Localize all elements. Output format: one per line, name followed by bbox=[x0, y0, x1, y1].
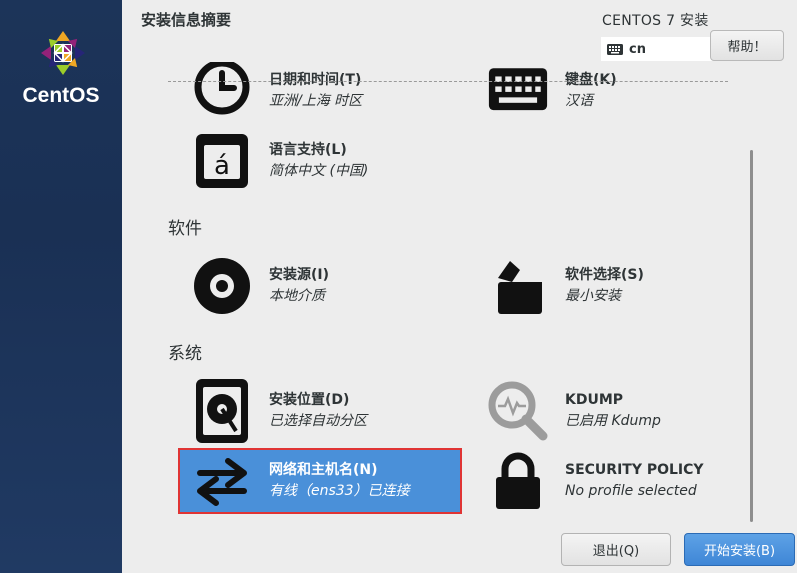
spoke-keyboard[interactable]: 键盘(K) 汉语 bbox=[488, 62, 748, 122]
spoke-software-status: 最小安装 bbox=[565, 288, 621, 304]
spoke-keyboard-name: 键盘(K) bbox=[565, 72, 617, 88]
spoke-destination-status: 已选择自动分区 bbox=[269, 413, 367, 429]
spoke-destination[interactable]: 安装位置(D) 已选择自动分区 bbox=[192, 379, 452, 443]
keyboard-icon bbox=[488, 62, 548, 121]
package-icon bbox=[488, 256, 548, 316]
product-title: CENTOS 7 安装 bbox=[602, 13, 709, 29]
spoke-datetime-name: 日期和时间(T) bbox=[269, 72, 362, 88]
spoke-network[interactable]: 网络和主机名(N) 有线（ens33）已连接 bbox=[178, 448, 462, 514]
page-title: 安装信息摘要 bbox=[141, 11, 232, 29]
spoke-language-status: 简体中文 (中国) bbox=[269, 163, 369, 179]
spoke-network-status: 有线（ens33）已连接 bbox=[269, 483, 410, 499]
begin-installation-button[interactable]: 开始安装(B) bbox=[684, 533, 795, 566]
spoke-destination-name: 安装位置(D) bbox=[269, 392, 350, 408]
sidebar: CentOS bbox=[0, 0, 122, 573]
help-button[interactable]: 帮助！ bbox=[710, 30, 784, 61]
spoke-keyboard-status: 汉语 bbox=[565, 93, 593, 109]
spoke-source[interactable]: 安装源(I) 本地介质 bbox=[192, 255, 452, 317]
spoke-datetime-status: 亚洲/上海 时区 bbox=[269, 93, 363, 109]
spoke-security-status: No profile selected bbox=[565, 483, 697, 499]
language-icon: á bbox=[192, 131, 252, 191]
spoke-security-name: SECURITY POLICY bbox=[565, 462, 704, 478]
keyboard-layout-indicator[interactable]: cn bbox=[601, 37, 713, 61]
hub-content[interactable]: 日期和时间(T) 亚洲/上海 时区 键盘(K) 汉语 á 语言支持(L) 简体中… bbox=[122, 62, 797, 528]
lock-icon bbox=[488, 451, 548, 511]
network-arrows-icon bbox=[192, 451, 252, 511]
header-divider bbox=[168, 81, 728, 82]
spoke-source-name: 安装源(I) bbox=[269, 267, 330, 283]
spoke-security[interactable]: SECURITY POLICY No profile selected bbox=[488, 450, 748, 512]
spoke-source-status: 本地介质 bbox=[269, 288, 325, 304]
spoke-kdump[interactable]: KDUMP 已启用 Kdump bbox=[488, 380, 748, 442]
magnifier-icon bbox=[488, 381, 548, 441]
brand-name: CentOS bbox=[22, 84, 100, 107]
harddisk-icon bbox=[192, 379, 252, 443]
spoke-language[interactable]: á 语言支持(L) 简体中文 (中国) bbox=[192, 130, 452, 192]
spoke-language-name: 语言支持(L) bbox=[269, 142, 347, 158]
spoke-software-name: 软件选择(S) bbox=[565, 267, 644, 283]
spoke-datetime[interactable]: 日期和时间(T) 亚洲/上海 时区 bbox=[192, 62, 452, 122]
section-system: 系统 bbox=[168, 344, 202, 364]
spoke-kdump-name: KDUMP bbox=[565, 392, 624, 408]
svg-text:á: á bbox=[214, 151, 230, 181]
disc-icon bbox=[192, 256, 252, 316]
keyboard-layout-label: cn bbox=[629, 41, 646, 57]
keyboard-small-icon bbox=[607, 43, 623, 55]
quit-button[interactable]: 退出(Q) bbox=[561, 533, 671, 566]
scrollbar[interactable] bbox=[750, 150, 753, 522]
spoke-software[interactable]: 软件选择(S) 最小安装 bbox=[488, 255, 748, 317]
spoke-network-name: 网络和主机名(N) bbox=[269, 462, 378, 478]
spoke-kdump-status: 已启用 Kdump bbox=[565, 413, 661, 429]
clock-icon bbox=[192, 62, 252, 121]
section-software: 软件 bbox=[168, 219, 202, 239]
centos-logo-icon bbox=[41, 31, 85, 75]
